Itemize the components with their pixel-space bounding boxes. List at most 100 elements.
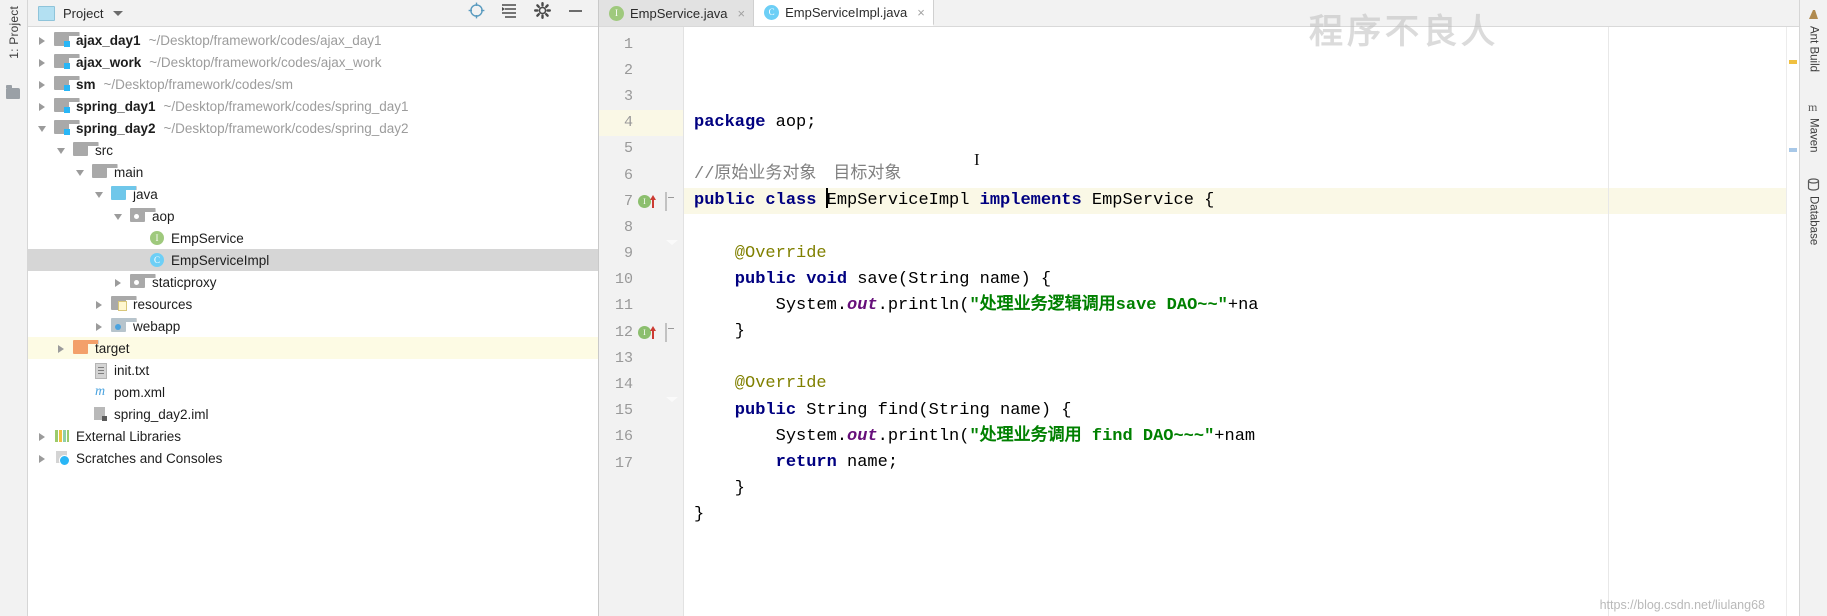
code-line-6[interactable]: @Override	[694, 241, 1799, 267]
editor-tabs[interactable]: I EmpService.java × C EmpServiceImpl.java ×	[599, 0, 934, 26]
gutter-line-10[interactable]: 10	[599, 267, 683, 293]
code-line-9[interactable]: }	[694, 319, 1799, 345]
minimize-icon[interactable]	[567, 2, 584, 24]
gutter-line-13[interactable]: 13	[599, 345, 683, 371]
code-line-13[interactable]: System.out.println("处理业务调用 find DAO~~~"+…	[694, 424, 1799, 450]
gutter-line-15[interactable]: 15	[599, 396, 683, 424]
expander-down-icon[interactable]	[36, 122, 49, 135]
tree-row-sm[interactable]: sm ~/Desktop/framework/codes/sm	[28, 73, 598, 95]
crosshair-target-icon[interactable]	[468, 2, 485, 24]
tree-row-aop[interactable]: aop	[28, 205, 598, 227]
code-fold-handle[interactable]	[665, 396, 678, 419]
expander-right-icon[interactable]	[36, 100, 49, 113]
project-tree[interactable]: ajax_day1 ~/Desktop/framework/codes/ajax_…	[28, 27, 598, 616]
implementing-method-icon[interactable]: I	[638, 194, 656, 208]
expander-down-icon[interactable]	[74, 166, 87, 179]
expander-down-icon[interactable]	[93, 188, 106, 201]
structure-icon[interactable]	[6, 85, 20, 101]
tree-row-spring-day1[interactable]: spring_day1 ~/Desktop/framework/codes/spr…	[28, 95, 598, 117]
close-icon[interactable]: ×	[917, 5, 925, 20]
maven-icon[interactable]: m	[1807, 100, 1820, 114]
gear-icon[interactable]	[534, 2, 552, 24]
expander-right-icon[interactable]	[36, 34, 49, 47]
editor-tab-empservice-java[interactable]: I EmpService.java ×	[599, 0, 755, 26]
code-line-15[interactable]: }	[694, 476, 1799, 502]
caret-marker[interactable]	[1789, 148, 1797, 152]
tree-row-scratches-and-consoles[interactable]: Scratches and Consoles	[28, 447, 598, 469]
expander-right-icon[interactable]	[93, 298, 106, 311]
tree-row-main[interactable]: main	[28, 161, 598, 183]
tree-row-webapp[interactable]: webapp	[28, 315, 598, 337]
expander-down-icon[interactable]	[55, 144, 68, 157]
expander-right-icon[interactable]	[36, 430, 49, 443]
editor-code[interactable]: I package aop; //原始业务对象 目标对象 public class…	[684, 27, 1799, 616]
gutter-line-6[interactable]: 6	[599, 162, 683, 188]
code-fold-handle[interactable]	[665, 239, 678, 262]
tree-row-ajax-day1[interactable]: ajax_day1 ~/Desktop/framework/codes/ajax_…	[28, 29, 598, 51]
ant-build-icon[interactable]	[1807, 8, 1820, 21]
expander-right-icon[interactable]	[36, 56, 49, 69]
gutter-line-2[interactable]: 2	[599, 57, 683, 83]
tree-row-init-txt[interactable]: init.txt	[28, 359, 598, 381]
gutter-line-17[interactable]: 17	[599, 450, 683, 476]
tree-row-java[interactable]: java	[28, 183, 598, 205]
tree-row-empservice[interactable]: I EmpService	[28, 227, 598, 249]
editor-marker-bar[interactable]	[1786, 27, 1799, 616]
code-fold-handle[interactable]	[665, 323, 678, 343]
gutter-line-14[interactable]: 14	[599, 371, 683, 397]
tool-window-button-ant-build[interactable]: Ant Build	[1808, 26, 1820, 72]
tool-window-button-maven[interactable]: Maven	[1808, 118, 1820, 153]
chevron-down-icon[interactable]	[113, 10, 124, 16]
tree-row-spring-day2-iml[interactable]: spring_day2.iml	[28, 403, 598, 425]
close-icon[interactable]: ×	[738, 6, 746, 21]
database-icon[interactable]	[1807, 178, 1820, 191]
tree-row-spring-day2[interactable]: spring_day2 ~/Desktop/framework/codes/spr…	[28, 117, 598, 139]
collapse-all-icon[interactable]	[501, 2, 518, 24]
gutter-line-12[interactable]: 12 I	[599, 319, 683, 345]
code-line-10[interactable]	[694, 345, 1799, 371]
tree-row-empserviceimpl[interactable]: C EmpServiceImpl	[28, 249, 598, 271]
code-line-2[interactable]	[694, 136, 1799, 162]
gutter-line-9[interactable]: 9	[599, 239, 683, 267]
gutter-line-8[interactable]: 8	[599, 214, 683, 240]
code-line-3[interactable]: //原始业务对象 目标对象	[694, 162, 1799, 188]
code-line-17[interactable]	[694, 529, 1799, 555]
tree-row-staticproxy[interactable]: staticproxy	[28, 271, 598, 293]
warning-marker[interactable]	[1789, 60, 1797, 64]
tree-row-src[interactable]: src	[28, 139, 598, 161]
tree-row-ajax-work[interactable]: ajax_work ~/Desktop/framework/codes/ajax_…	[28, 51, 598, 73]
expander-right-icon[interactable]	[55, 342, 68, 355]
gutter-line-7[interactable]: 7I	[599, 188, 683, 214]
code-line-4[interactable]: public class EmpServiceImpl implements E…	[694, 188, 1799, 215]
editor-gutter[interactable]: 1 2 3 4 5 6 7 I 8 9 10 11 12 I 13 14 15 16 17	[599, 27, 684, 616]
code-line-12[interactable]: public String find(String name) {	[694, 398, 1799, 424]
gutter-line-5[interactable]: 5	[599, 136, 683, 162]
tool-window-button-project[interactable]: 1: Project	[7, 6, 21, 59]
expander-right-icon[interactable]	[112, 276, 125, 289]
code-line-1[interactable]: package aop;	[694, 110, 1799, 136]
code-line-14[interactable]: return name;	[694, 450, 1799, 476]
tree-row-external-libraries[interactable]: External Libraries	[28, 425, 598, 447]
gutter-line-3[interactable]: 3	[599, 83, 683, 109]
code-line-8[interactable]: System.out.println("处理业务逻辑调用save DAO~~"+…	[694, 293, 1799, 319]
code-line-16[interactable]: }	[694, 502, 1799, 528]
tree-row-resources[interactable]: resources	[28, 293, 598, 315]
tree-node-label: webapp	[133, 318, 181, 334]
gutter-line-4[interactable]: 4	[599, 109, 683, 136]
expander-right-icon[interactable]	[36, 78, 49, 91]
gutter-line-11[interactable]: 11	[599, 293, 683, 319]
gutter-line-1[interactable]: 1	[599, 31, 683, 57]
code-fold-handle[interactable]	[665, 192, 678, 212]
code-line-11[interactable]: @Override	[694, 371, 1799, 397]
code-line-5[interactable]	[694, 214, 1799, 240]
expander-right-icon[interactable]	[36, 452, 49, 465]
editor-tab-empserviceimpl-java[interactable]: C EmpServiceImpl.java ×	[754, 0, 934, 26]
expander-down-icon[interactable]	[112, 210, 125, 223]
implementing-method-icon[interactable]: I	[638, 325, 656, 339]
expander-right-icon[interactable]	[93, 320, 106, 333]
tree-row-pom-xml[interactable]: m pom.xml	[28, 381, 598, 403]
tree-row-target[interactable]: target	[28, 337, 598, 359]
gutter-line-16[interactable]: 16	[599, 424, 683, 450]
code-line-7[interactable]: public void save(String name) {	[694, 267, 1799, 293]
tool-window-button-database[interactable]: Database	[1808, 196, 1820, 245]
